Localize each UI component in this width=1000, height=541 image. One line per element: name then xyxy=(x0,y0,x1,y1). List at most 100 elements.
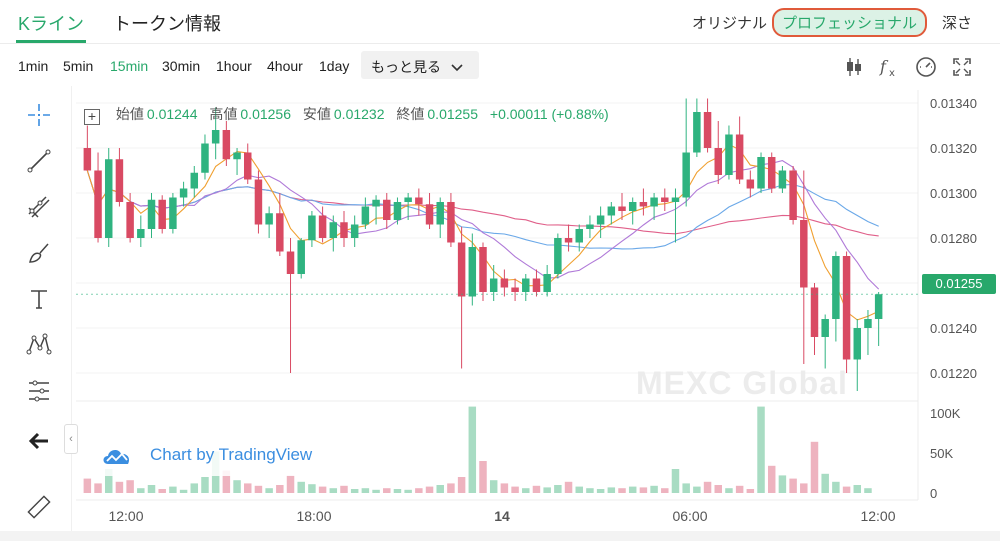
volume-bar xyxy=(607,487,616,493)
price-tick-label: 0.01320 xyxy=(930,141,977,156)
candle-body xyxy=(169,197,177,229)
candle-body xyxy=(575,229,583,243)
close-value: 0.01255 xyxy=(427,106,478,122)
open-label: 始値 xyxy=(115,106,144,122)
candle-body xyxy=(554,238,562,274)
volume-bar xyxy=(393,489,402,493)
candle-body xyxy=(415,197,423,205)
legend-toggle[interactable]: + xyxy=(84,109,100,125)
candle-body xyxy=(778,170,787,189)
volume-bar xyxy=(554,485,562,493)
candle-body xyxy=(297,240,305,274)
tradingview-label: Chart by TradingView xyxy=(150,445,313,464)
volume-bar xyxy=(489,480,498,493)
candle-body xyxy=(115,159,124,202)
candle-body xyxy=(329,222,338,238)
volume-bar xyxy=(543,487,551,493)
volume-bar xyxy=(735,485,744,493)
candle-body xyxy=(671,197,680,202)
candle-body xyxy=(158,199,166,229)
volume-bar xyxy=(479,461,487,493)
volume-bar xyxy=(457,477,466,493)
high-value: 0.01256 xyxy=(240,106,291,122)
volume-bar xyxy=(94,483,102,493)
volume-bar xyxy=(596,489,605,493)
candle-body xyxy=(94,170,102,238)
volume-bar xyxy=(233,480,241,493)
candle-body xyxy=(596,215,605,225)
candle-body xyxy=(383,199,391,220)
candle-body xyxy=(800,220,808,288)
volume-bar xyxy=(158,489,166,493)
candle-body xyxy=(83,148,92,171)
volume-bar xyxy=(746,489,755,493)
volume-bar xyxy=(297,481,305,493)
price-tick-label: 0.01300 xyxy=(930,186,977,201)
time-tick-label: 14 xyxy=(494,508,510,524)
volume-bar xyxy=(425,486,434,493)
volume-bar xyxy=(821,473,829,493)
volume-tick-label: 0 xyxy=(930,486,937,501)
volume-bar xyxy=(757,406,765,493)
volume-bar xyxy=(532,485,541,493)
candle-body xyxy=(404,197,412,202)
candle-body xyxy=(457,242,466,297)
candle-body xyxy=(489,278,498,292)
volume-bar xyxy=(383,488,391,493)
volume-bar xyxy=(800,483,808,493)
change-value: +0.00011 (+0.88%) xyxy=(489,106,609,122)
volume-bar xyxy=(190,483,199,493)
candle-body xyxy=(767,157,776,189)
candle-body xyxy=(276,213,284,252)
candle-body xyxy=(511,287,519,292)
volume-bar xyxy=(126,480,134,493)
volume-bar xyxy=(137,488,145,493)
candle-body xyxy=(147,199,156,229)
volume-bar xyxy=(169,486,177,493)
candle-body xyxy=(393,202,402,220)
candle-body xyxy=(661,197,669,202)
exchange-watermark: MEXC Global xyxy=(636,365,848,401)
candle-body xyxy=(639,202,648,207)
volume-bar xyxy=(650,485,658,493)
volume-bar xyxy=(682,483,690,493)
volume-bar xyxy=(853,485,862,493)
cloud-icon xyxy=(103,450,130,464)
candle-body xyxy=(222,130,231,160)
candle-body xyxy=(350,224,359,238)
candle-body xyxy=(703,112,712,148)
candle-body xyxy=(179,188,188,198)
candle-body xyxy=(693,112,701,153)
candle-body xyxy=(436,202,444,225)
candle-body xyxy=(500,278,509,288)
volume-bar xyxy=(318,486,327,493)
volume-tick-label: 50K xyxy=(930,446,953,461)
candle-body xyxy=(244,152,252,180)
volume-bar xyxy=(511,486,519,493)
candle-body xyxy=(522,278,530,292)
volume-bar xyxy=(671,469,680,493)
volume-bar xyxy=(244,483,252,493)
open-value: 0.01244 xyxy=(146,106,198,122)
candle-body xyxy=(137,229,145,238)
volume-bar xyxy=(789,478,797,493)
volume-bar xyxy=(415,488,423,493)
candle-body xyxy=(190,172,199,189)
volume-bar xyxy=(575,486,583,493)
volume-bar xyxy=(254,485,263,493)
time-tick-label: 12:00 xyxy=(108,508,143,524)
volume-bar xyxy=(564,481,573,493)
close-label: 終値 xyxy=(396,106,425,122)
candle-body xyxy=(864,319,872,328)
candle-body xyxy=(447,202,455,243)
candle-body xyxy=(821,319,829,337)
candle-body xyxy=(308,215,316,241)
candle-body xyxy=(318,215,327,238)
candle-body xyxy=(564,238,573,243)
volume-bar xyxy=(586,488,594,493)
candle-body xyxy=(286,251,295,274)
volume-bar xyxy=(350,489,359,493)
volume-bar xyxy=(308,484,316,493)
volume-bar xyxy=(810,441,819,493)
volume-bar xyxy=(842,486,851,493)
